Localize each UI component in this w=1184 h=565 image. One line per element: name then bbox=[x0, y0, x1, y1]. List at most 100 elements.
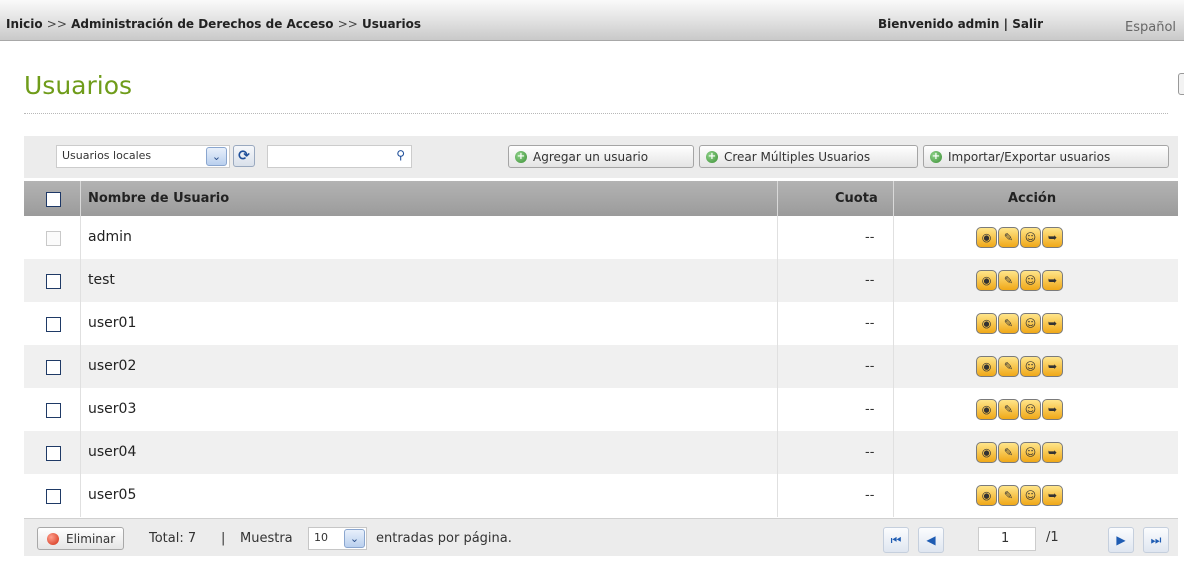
column-divider bbox=[777, 388, 778, 431]
edit-icon[interactable]: ✎ bbox=[998, 313, 1019, 334]
user-quota: -- bbox=[865, 273, 875, 288]
column-header-action: Acción bbox=[1008, 191, 1057, 206]
column-divider bbox=[80, 431, 81, 474]
column-divider bbox=[893, 388, 894, 431]
user-type-selected: Usuarios locales bbox=[62, 149, 152, 162]
column-divider bbox=[80, 474, 81, 517]
user-type-select[interactable]: Usuarios locales ⌄ bbox=[56, 145, 230, 168]
help-button[interactable] bbox=[1178, 73, 1184, 95]
search-icon[interactable]: ⚲ bbox=[396, 148, 405, 162]
prev-page-icon[interactable]: ◀ bbox=[918, 527, 944, 553]
add-user-label: Agregar un usuario bbox=[533, 150, 649, 164]
edit-icon[interactable]: ✎ bbox=[998, 399, 1019, 420]
per-page-select[interactable]: 10 ⌄ bbox=[308, 527, 367, 550]
table-header: Nombre de Usuario Cuota Acción bbox=[24, 181, 1178, 216]
next-page-icon[interactable]: ▶ bbox=[1108, 527, 1134, 553]
group-icon[interactable]: ☺ bbox=[1020, 442, 1041, 463]
row-checkbox[interactable] bbox=[46, 274, 61, 289]
create-multiple-label: Crear Múltiples Usuarios bbox=[724, 150, 871, 164]
key-icon[interactable]: ◉ bbox=[976, 399, 997, 420]
user-quota: -- bbox=[865, 359, 875, 374]
key-icon[interactable]: ◉ bbox=[976, 270, 997, 291]
logout-link[interactable]: Salir bbox=[1012, 17, 1043, 31]
add-icon: + bbox=[706, 151, 718, 163]
user-name: test bbox=[88, 272, 115, 288]
add-user-button[interactable]: + Agregar un usuario bbox=[508, 145, 694, 168]
row-checkbox[interactable] bbox=[46, 446, 61, 461]
column-divider bbox=[80, 388, 81, 431]
row-checkbox[interactable] bbox=[46, 317, 61, 332]
edit-icon[interactable]: ✎ bbox=[998, 485, 1019, 506]
column-divider bbox=[777, 181, 778, 216]
column-divider bbox=[80, 302, 81, 345]
select-all-checkbox[interactable] bbox=[46, 192, 61, 207]
breadcrumb: Inicio >> Administración de Derechos de … bbox=[6, 17, 421, 31]
user-name: user05 bbox=[88, 487, 137, 503]
edit-icon[interactable]: ✎ bbox=[998, 442, 1019, 463]
chevron-down-icon[interactable]: ⌄ bbox=[206, 147, 227, 166]
breadcrumb-separator: >> bbox=[337, 17, 358, 31]
edit-icon[interactable]: ✎ bbox=[998, 270, 1019, 291]
breadcrumb-home[interactable]: Inicio bbox=[6, 17, 43, 31]
group-icon[interactable]: ☺ bbox=[1020, 270, 1041, 291]
column-divider bbox=[777, 474, 778, 517]
column-divider bbox=[893, 345, 894, 388]
delete-button[interactable]: Eliminar bbox=[37, 527, 125, 550]
page-number-input[interactable]: 1 bbox=[978, 527, 1036, 551]
group-icon[interactable]: ☺ bbox=[1020, 356, 1041, 377]
title-divider bbox=[24, 113, 1168, 114]
page-title: Usuarios bbox=[24, 71, 133, 100]
page-current: 1 bbox=[1001, 531, 1010, 546]
page-total: /1 bbox=[1046, 530, 1059, 545]
user-name: admin bbox=[88, 229, 132, 245]
group-icon[interactable]: ☺ bbox=[1020, 399, 1041, 420]
add-icon: + bbox=[930, 151, 942, 163]
welcome-text: Bienvenido admin bbox=[878, 17, 1000, 31]
search-input[interactable]: ⚲ bbox=[267, 145, 412, 168]
column-divider bbox=[893, 216, 894, 259]
edit-icon[interactable]: ✎ bbox=[998, 227, 1019, 248]
row-checkbox[interactable] bbox=[46, 360, 61, 375]
chevron-down-icon[interactable]: ⌄ bbox=[344, 529, 365, 548]
column-header-name[interactable]: Nombre de Usuario bbox=[88, 191, 229, 206]
folder-permission-icon[interactable]: ➥ bbox=[1042, 270, 1063, 291]
refresh-icon[interactable]: ⟳ bbox=[233, 145, 255, 167]
last-page-icon[interactable]: ⏭ bbox=[1143, 527, 1169, 553]
user-name: user03 bbox=[88, 401, 137, 417]
total-count: Total: 7 bbox=[149, 531, 197, 546]
key-icon[interactable]: ◉ bbox=[976, 485, 997, 506]
folder-permission-icon[interactable]: ➥ bbox=[1042, 442, 1063, 463]
column-divider bbox=[80, 345, 81, 388]
add-icon: + bbox=[515, 151, 527, 163]
breadcrumb-section[interactable]: Administración de Derechos de Acceso bbox=[71, 17, 333, 31]
delete-icon bbox=[47, 533, 59, 545]
key-icon[interactable]: ◉ bbox=[976, 313, 997, 334]
table-row: user02 -- ◉ ✎ ☺ ➥ bbox=[24, 345, 1178, 388]
folder-permission-icon[interactable]: ➥ bbox=[1042, 399, 1063, 420]
folder-permission-icon[interactable]: ➥ bbox=[1042, 485, 1063, 506]
first-page-icon[interactable]: ⏮ bbox=[883, 527, 909, 553]
edit-icon[interactable]: ✎ bbox=[998, 356, 1019, 377]
group-icon[interactable]: ☺ bbox=[1020, 227, 1041, 248]
language-selector[interactable]: Español bbox=[1125, 20, 1176, 35]
entries-per-page-label: entradas por página. bbox=[376, 531, 512, 546]
user-name: user04 bbox=[88, 444, 137, 460]
key-icon[interactable]: ◉ bbox=[976, 442, 997, 463]
column-divider bbox=[777, 216, 778, 259]
key-icon[interactable]: ◉ bbox=[976, 356, 997, 377]
table-row: test -- ◉ ✎ ☺ ➥ bbox=[24, 259, 1178, 302]
column-header-quota[interactable]: Cuota bbox=[835, 191, 878, 206]
folder-permission-icon[interactable]: ➥ bbox=[1042, 356, 1063, 377]
import-export-users-button[interactable]: + Importar/Exportar usuarios bbox=[923, 145, 1169, 168]
table-row: user04 -- ◉ ✎ ☺ ➥ bbox=[24, 431, 1178, 474]
create-multiple-users-button[interactable]: + Crear Múltiples Usuarios bbox=[699, 145, 918, 168]
folder-permission-icon[interactable]: ➥ bbox=[1042, 227, 1063, 248]
folder-permission-icon[interactable]: ➥ bbox=[1042, 313, 1063, 334]
user-quota: -- bbox=[865, 488, 875, 503]
row-checkbox[interactable] bbox=[46, 489, 61, 504]
user-quota: -- bbox=[865, 402, 875, 417]
group-icon[interactable]: ☺ bbox=[1020, 313, 1041, 334]
row-checkbox[interactable] bbox=[46, 403, 61, 418]
key-icon[interactable]: ◉ bbox=[976, 227, 997, 248]
group-icon[interactable]: ☺ bbox=[1020, 485, 1041, 506]
